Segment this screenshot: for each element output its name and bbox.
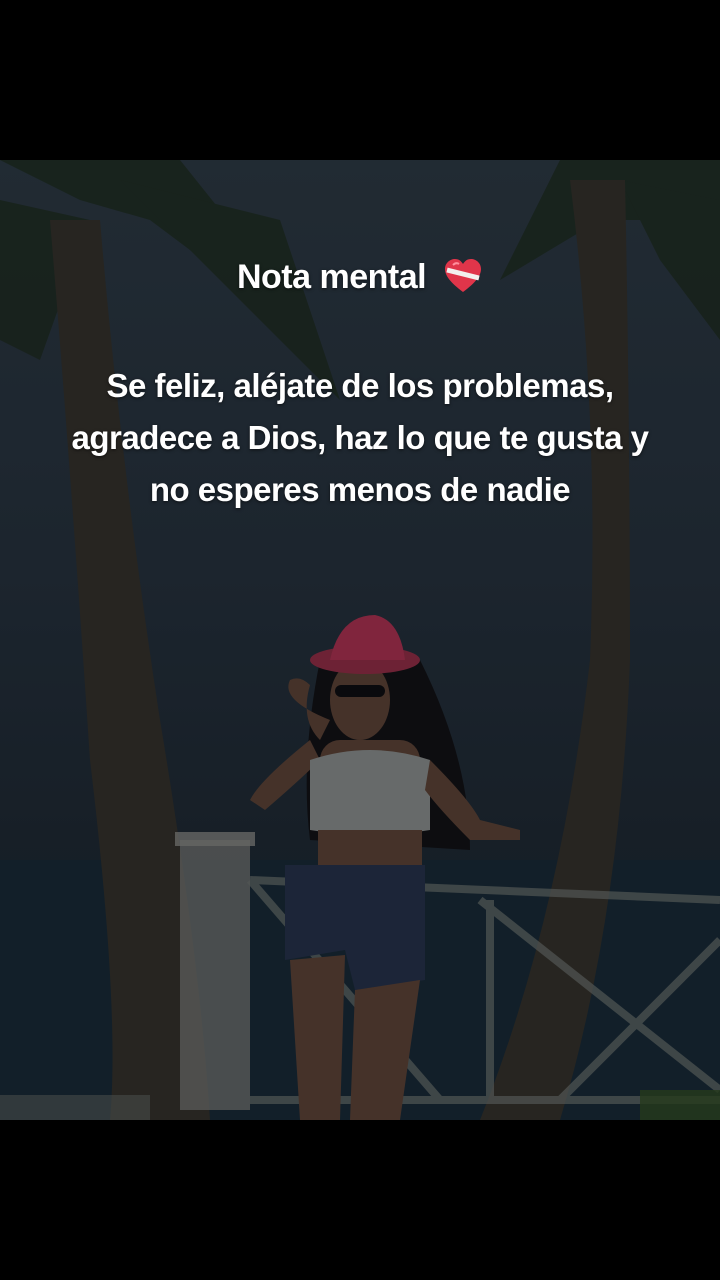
note-title: Nota mental (0, 258, 720, 297)
top-letterbox (0, 0, 720, 160)
mending-heart-icon (445, 259, 482, 292)
bottom-letterbox (0, 1120, 720, 1280)
note-title-text: Nota mental (236, 258, 427, 296)
quote-text: Se feliz, aléjate de los problemas, agra… (71, 367, 649, 508)
caption-overlay: Nota mental Se feliz, aléjate de los pro… (0, 160, 720, 1120)
